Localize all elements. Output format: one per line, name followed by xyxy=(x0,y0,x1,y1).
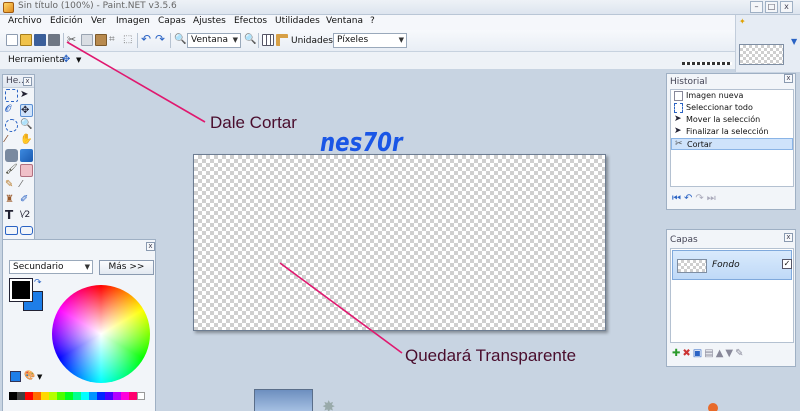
annotation-arrows xyxy=(66,41,403,354)
arrow-line-cut xyxy=(66,41,206,123)
arrow-line-transparent xyxy=(279,262,403,354)
watermark-text: nes70r xyxy=(320,128,403,158)
annotation-transparent: Quedará Transparente xyxy=(405,346,577,365)
annotation-cut: Dale Cortar xyxy=(210,113,297,132)
